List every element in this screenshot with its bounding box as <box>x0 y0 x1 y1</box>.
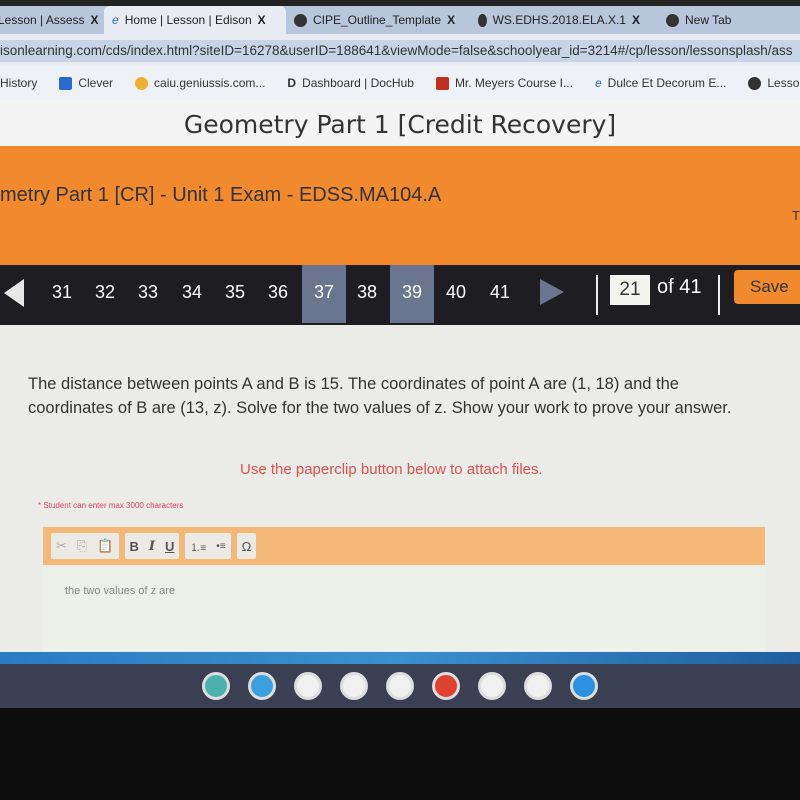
answer-editor[interactable]: the two values of z are <box>43 567 765 651</box>
tab-home-lesson[interactable]: e Home | Lesson | Edison X <box>104 6 286 34</box>
browser-tab-strip: Lesson | Assess X e Home | Lesson | Edison… <box>0 0 800 34</box>
meet-app-icon[interactable] <box>248 672 276 700</box>
tab-title: Home | Lesson | Edison <box>124 13 252 27</box>
question-text: The distance between points A and B is 1… <box>28 375 732 417</box>
page-total: of 41 <box>657 276 702 298</box>
attach-hint: Use the paperclip button below to attach… <box>240 461 543 478</box>
ordered-list-icon[interactable]: ⒈≡ <box>190 539 206 554</box>
paste-icon[interactable]: 📋 <box>97 538 113 554</box>
edge-e-icon: e <box>112 13 119 27</box>
question-number-37[interactable]: 37 <box>302 265 346 323</box>
next-arrow-icon[interactable] <box>540 279 564 305</box>
desktop-wallpaper <box>0 652 800 664</box>
edison-app-icon[interactable] <box>202 672 230 700</box>
globe-icon <box>478 13 487 27</box>
bookmark-label: Dulce Et Decorum E... <box>607 76 727 90</box>
save-button[interactable]: Save <box>734 270 800 304</box>
tab-lesson-assess[interactable]: Lesson | Assess X <box>0 6 110 34</box>
globe-icon <box>748 76 762 90</box>
question-number-41[interactable]: 41 <box>480 265 520 323</box>
question-number-31[interactable]: 31 <box>42 265 82 323</box>
chrome-icon <box>666 13 679 27</box>
exam-header: metry Part 1 [CR] - Unit 1 Exam - EDSS.M… <box>0 146 800 266</box>
answer-text[interactable]: the two values of z are <box>65 585 175 597</box>
bookmark-dulce[interactable]: e Dulce Et Decorum E... <box>595 76 726 90</box>
divider <box>596 275 598 315</box>
bookmark-history[interactable]: History <box>0 76 37 90</box>
tab-title: CIPE_Outline_Template <box>313 13 442 27</box>
special-char-icon[interactable]: Ω <box>242 539 252 554</box>
editor-toolbar: ✂ ⎘ 📋 BIU ⒈≡ •≡ Ω <box>43 527 765 565</box>
edge-e-icon: e <box>594 76 602 90</box>
bookmark-label: Clever <box>78 76 114 90</box>
prev-arrow-icon[interactable] <box>4 279 24 307</box>
lightbulb-icon <box>135 76 149 90</box>
question-number-34[interactable]: 34 <box>172 265 212 323</box>
clever-icon <box>59 76 73 90</box>
question-number-36[interactable]: 36 <box>258 265 298 323</box>
bold-button[interactable]: B <box>130 539 139 554</box>
bookmark-label: Dashboard | DocHub <box>302 76 414 90</box>
copy-icon[interactable]: ⎘ <box>77 538 87 554</box>
jamboard-app-icon[interactable] <box>340 672 368 700</box>
tab-new-tab[interactable]: New Tab <box>658 6 800 34</box>
bookmark-label: History <box>0 76 38 90</box>
bookmarks-bar: History Clever caiu.geniussis.com... D Da… <box>0 66 800 100</box>
divider <box>718 275 720 315</box>
exam-title: metry Part 1 [CR] - Unit 1 Exam - EDSS.M… <box>0 184 442 206</box>
page-number-input[interactable]: 21 <box>610 275 650 305</box>
header-right-text: T <box>792 208 800 223</box>
classroom-app-icon[interactable] <box>386 672 414 700</box>
question-number-33[interactable]: 33 <box>128 265 168 323</box>
bookmark-lesson-video[interactable]: Lesson Video <box>748 76 800 90</box>
underline-button[interactable]: U <box>165 539 174 554</box>
url-input[interactable]: isonlearning.com/cds/index.html?siteID=1… <box>0 40 800 62</box>
chromeos-shelf <box>0 664 800 708</box>
screen-bezel <box>0 708 800 800</box>
question-number-35[interactable]: 35 <box>215 265 255 323</box>
bookmark-label: Lesson Video <box>767 76 800 90</box>
docs-app-icon[interactable] <box>524 672 552 700</box>
max-chars-note: * Student can enter max 3000 characters <box>38 501 184 510</box>
address-bar-area: isonlearning.com/cds/index.html?siteID=1… <box>0 34 800 66</box>
files-app-icon[interactable] <box>570 672 598 700</box>
bullet-list-icon[interactable]: •≡ <box>216 541 225 552</box>
italic-button[interactable]: I <box>149 539 155 554</box>
close-tab-icon[interactable]: X <box>91 13 99 27</box>
course-title: Geometry Part 1 [Credit Recovery] <box>0 100 800 146</box>
close-tab-icon[interactable]: X <box>258 13 266 27</box>
question-number-40[interactable]: 40 <box>436 265 476 323</box>
question-navigator: 31 32 33 34 35 36 37 38 39 40 41 21 of 41 Save <box>0 265 800 325</box>
dochub-icon: D <box>287 76 297 90</box>
bookmark-label: caiu.geniussis.com... <box>154 76 266 90</box>
question-area: The distance between points A and B is 1… <box>0 325 800 653</box>
tab-title: Lesson | Assess <box>0 13 85 27</box>
tab-title: New Tab <box>685 13 732 27</box>
bookmark-clever[interactable]: Clever <box>59 76 113 90</box>
play-store-app-icon[interactable] <box>478 672 506 700</box>
bookmark-label: Mr. Meyers Course I... <box>454 76 573 90</box>
globe-icon <box>294 13 307 27</box>
question-number-39[interactable]: 39 <box>390 265 434 323</box>
bookmark-caiu[interactable]: caiu.geniussis.com... <box>135 76 265 90</box>
cut-icon[interactable]: ✂ <box>56 538 67 554</box>
drive-app-icon[interactable] <box>294 672 322 700</box>
flame-icon <box>435 76 449 90</box>
question-number-38[interactable]: 38 <box>347 265 387 323</box>
chrome-app-icon[interactable] <box>432 672 460 700</box>
bookmark-mr-meyers[interactable]: Mr. Meyers Course I... <box>435 76 573 90</box>
close-tab-icon[interactable]: X <box>632 13 640 27</box>
tab-cipe-outline[interactable]: CIPE_Outline_Template X <box>286 6 464 34</box>
close-tab-icon[interactable]: X <box>447 13 455 27</box>
question-number-32[interactable]: 32 <box>85 265 125 323</box>
tab-ws-edhs[interactable]: WS.EDHS.2018.ELA.X.1 X <box>470 6 648 34</box>
bookmark-dochub[interactable]: D Dashboard | DocHub <box>287 76 414 90</box>
tab-title: WS.EDHS.2018.ELA.X.1 <box>492 13 626 27</box>
